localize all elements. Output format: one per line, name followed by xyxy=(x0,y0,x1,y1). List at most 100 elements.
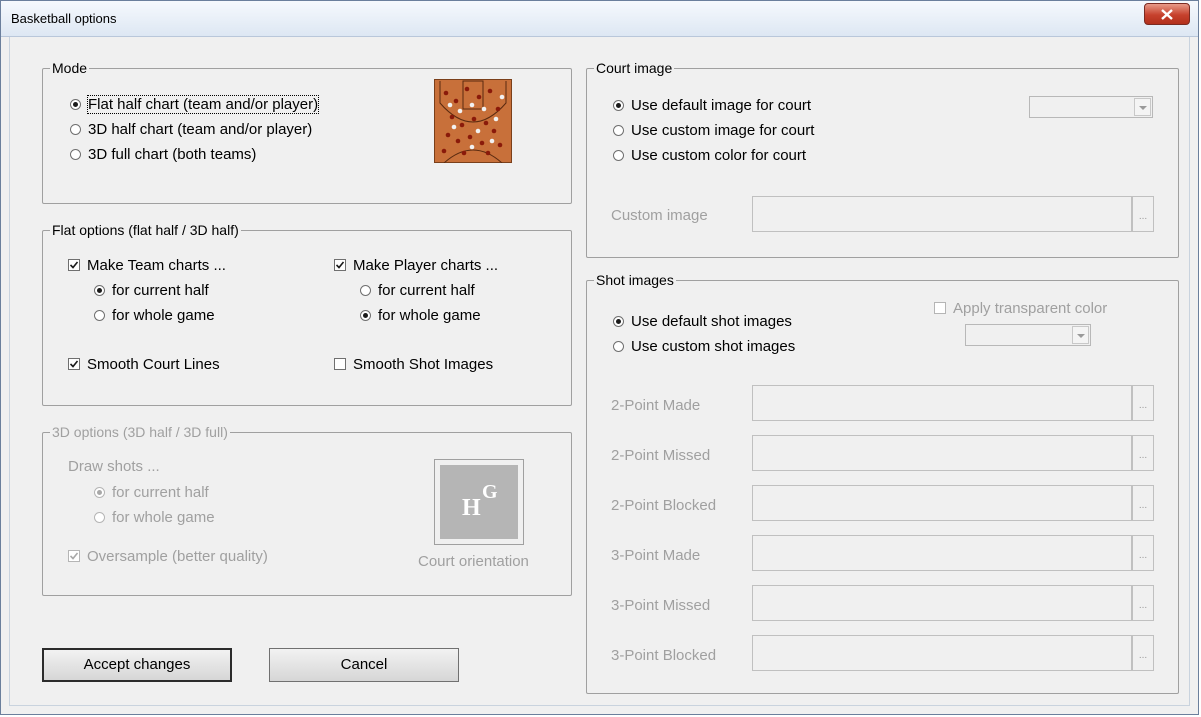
radio-label: for whole game xyxy=(112,306,215,324)
make-player-charts-checkbox[interactable]: Make Player charts ... xyxy=(334,256,498,274)
radio-button[interactable] xyxy=(613,124,624,136)
oversample-checkbox[interactable]: Oversample (better quality) xyxy=(68,547,268,565)
window-title: Basketball options xyxy=(11,11,117,26)
radio-label: for current half xyxy=(378,281,475,299)
draw-shots-label: Draw shots ... xyxy=(68,457,160,475)
radio-button[interactable] xyxy=(613,149,624,161)
chevron-down-icon[interactable] xyxy=(1134,98,1151,116)
check-icon xyxy=(70,261,78,269)
radio-label: for current half xyxy=(112,483,209,501)
radio-button[interactable] xyxy=(70,123,81,135)
checkbox[interactable] xyxy=(934,302,946,314)
3d-options-title: 3D options (3D half / 3D full) xyxy=(50,424,230,440)
radio-button[interactable] xyxy=(360,284,371,296)
custom-image-field[interactable] xyxy=(752,196,1132,232)
court-orientation-label: Court orientation xyxy=(418,553,529,570)
mode-option-3d-half[interactable]: 3D half chart (team and/or player) xyxy=(70,120,312,138)
shot-browse-button[interactable]: ... xyxy=(1132,385,1154,421)
checkbox[interactable] xyxy=(68,259,80,271)
radio-button[interactable] xyxy=(360,309,371,321)
court-image-group: Court image Use default image for court … xyxy=(586,60,1179,258)
team-whole-game-radio[interactable]: for whole game xyxy=(94,306,215,324)
radio-label: Use default shot images xyxy=(631,312,792,330)
team-current-half-radio[interactable]: for current half xyxy=(94,281,209,299)
radio-button[interactable] xyxy=(94,511,105,523)
shot-browse-button[interactable]: ... xyxy=(1132,585,1154,621)
check-icon xyxy=(70,552,78,560)
player-whole-game-radio[interactable]: for whole game xyxy=(360,306,481,324)
shot-browse-button[interactable]: ... xyxy=(1132,485,1154,521)
checkbox-label: Make Team charts ... xyxy=(87,256,226,274)
chevron-down-icon[interactable] xyxy=(1072,326,1089,344)
mode-group: Mode Flat half chart (team and/or player… xyxy=(42,60,572,204)
radio-button[interactable] xyxy=(94,486,105,498)
shot-images-group: Shot images Use default shot images Use … xyxy=(586,272,1179,694)
orientation-glyph: H G xyxy=(440,465,518,539)
check-icon xyxy=(336,261,344,269)
cancel-button[interactable]: Cancel xyxy=(269,648,459,682)
dialog-window: Basketball options Mode Flat half chart … xyxy=(0,0,1199,715)
shot-image-field[interactable] xyxy=(752,485,1132,521)
custom-image-browse-button[interactable]: ... xyxy=(1132,196,1154,232)
checkbox-label: Make Player charts ... xyxy=(353,256,499,274)
3d-whole-game-radio[interactable]: for whole game xyxy=(94,508,215,526)
custom-image-label: Custom image xyxy=(611,207,708,224)
draw-shots-text: Draw shots ... xyxy=(68,457,160,475)
shot-field-label: 3-Point Made xyxy=(611,547,701,564)
check-icon xyxy=(70,360,78,368)
checkbox[interactable] xyxy=(334,259,346,271)
player-current-half-radio[interactable]: for current half xyxy=(360,281,475,299)
checkbox-label: Oversample (better quality) xyxy=(87,547,268,565)
smooth-shot-images-checkbox[interactable]: Smooth Shot Images xyxy=(334,355,493,373)
shot-image-field[interactable] xyxy=(752,435,1132,471)
shot-images-title: Shot images xyxy=(594,272,676,288)
checkbox[interactable] xyxy=(68,358,80,370)
checkbox[interactable] xyxy=(334,358,346,370)
shot-browse-button[interactable]: ... xyxy=(1132,535,1154,571)
shot-field-label: 3-Point Missed xyxy=(611,597,711,614)
radio-label: Use default image for court xyxy=(631,96,812,114)
shots-custom-radio[interactable]: Use custom shot images xyxy=(613,337,795,355)
radio-label: Use custom image for court xyxy=(631,121,815,139)
dialog-body: Mode Flat half chart (team and/or player… xyxy=(9,37,1190,706)
orientation-h: H xyxy=(462,495,481,521)
radio-button[interactable] xyxy=(613,99,624,111)
radio-button[interactable] xyxy=(70,98,81,110)
radio-label: Use custom color for court xyxy=(631,146,807,164)
radio-button[interactable] xyxy=(94,309,105,321)
checkbox-label: Apply transparent color xyxy=(953,299,1108,317)
radio-button[interactable] xyxy=(70,148,81,160)
radio-button[interactable] xyxy=(94,284,105,296)
shot-image-field[interactable] xyxy=(752,585,1132,621)
shot-browse-button[interactable]: ... xyxy=(1132,435,1154,471)
radio-button[interactable] xyxy=(613,315,624,327)
radio-label: for whole game xyxy=(112,508,215,526)
transparent-color-dropdown[interactable] xyxy=(965,324,1091,346)
court-color-dropdown[interactable] xyxy=(1029,96,1153,118)
mode-option-label: 3D full chart (both teams) xyxy=(88,145,257,163)
apply-transparent-color-checkbox[interactable]: Apply transparent color xyxy=(934,299,1107,317)
mode-option-label: 3D half chart (team and/or player) xyxy=(88,120,313,138)
court-custom-color-radio[interactable]: Use custom color for court xyxy=(613,146,806,164)
close-button[interactable] xyxy=(1144,3,1190,25)
mode-option-flat-half[interactable]: Flat half chart (team and/or player) xyxy=(70,94,320,114)
shot-field-label: 2-Point Made xyxy=(611,397,701,414)
make-team-charts-checkbox[interactable]: Make Team charts ... xyxy=(68,256,226,274)
radio-button[interactable] xyxy=(613,340,624,352)
court-orientation-button[interactable]: H G xyxy=(434,459,524,545)
shot-image-field[interactable] xyxy=(752,535,1132,571)
mode-option-3d-full[interactable]: 3D full chart (both teams) xyxy=(70,145,256,163)
smooth-court-lines-checkbox[interactable]: Smooth Court Lines xyxy=(68,355,220,373)
shot-image-field[interactable] xyxy=(752,635,1132,671)
court-default-radio[interactable]: Use default image for court xyxy=(613,96,811,114)
court-orientation-icon: H G xyxy=(440,465,518,539)
shot-browse-button[interactable]: ... xyxy=(1132,635,1154,671)
3d-current-half-radio[interactable]: for current half xyxy=(94,483,209,501)
shot-image-field[interactable] xyxy=(752,385,1132,421)
mode-group-title: Mode xyxy=(50,60,90,76)
court-custom-image-radio[interactable]: Use custom image for court xyxy=(613,121,814,139)
checkbox[interactable] xyxy=(68,550,80,562)
accept-changes-button[interactable]: Accept changes xyxy=(42,648,232,682)
shots-default-radio[interactable]: Use default shot images xyxy=(613,312,792,330)
radio-label: Use custom shot images xyxy=(631,337,796,355)
